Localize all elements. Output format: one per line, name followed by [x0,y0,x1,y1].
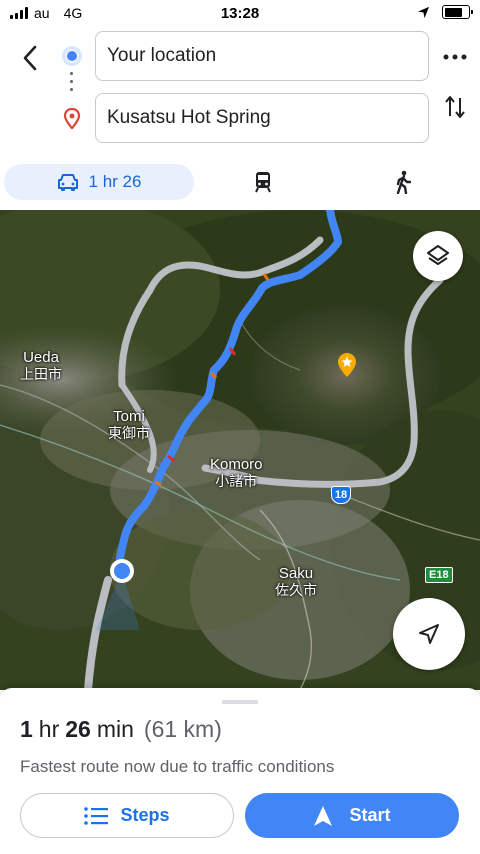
status-left: au 4G [10,5,82,21]
signal-icon [10,7,28,19]
duration-hours-unit: hr [38,716,60,742]
tab-drive[interactable]: 1 hr 26 [4,164,194,200]
tab-transit[interactable] [250,169,276,195]
carrier-label: au [34,5,50,21]
map-label-ueda: Ueda 上田市 [20,349,62,383]
layers-button[interactable] [413,231,463,281]
duration-hours-number: 1 [20,716,33,742]
travel-mode-tabs: 1 hr 26 [0,160,480,206]
map-label-komoro-ja: 小諸市 [215,473,258,489]
chevron-left-icon [23,45,37,71]
start-button[interactable]: Start [245,793,459,838]
map-label-tomi-ja: 東御市 [108,425,150,441]
walking-icon [396,170,411,194]
duration-minutes-number: 26 [65,716,91,742]
star-poi-icon[interactable] [336,352,358,378]
more-horizontal-icon [443,54,467,60]
train-icon [255,172,271,193]
status-right [417,5,473,19]
tab-walk[interactable] [390,169,416,195]
origin-field[interactable]: Your location [95,31,429,81]
map-label-komoro-en: Komoro [210,456,263,473]
network-label: 4G [63,5,83,21]
map-label-tomi: Tomi 東御市 [108,408,150,442]
navigation-start-icon [314,805,333,826]
map-label-saku-ja: 佐久市 [275,582,317,598]
destination-pin-icon [63,108,81,130]
expressway-e18-badge: E18 [425,567,453,583]
route-note: Fastest route now due to traffic conditi… [20,757,335,776]
route-summary: 1 hr 26 min (61 km) [20,716,222,743]
swap-button[interactable] [440,92,470,122]
map-label-ueda-en: Ueda [23,349,59,366]
recenter-button[interactable] [393,598,465,670]
route-distance: (61 km) [143,716,222,742]
route-connector-dots [70,72,74,91]
swap-vertical-icon [445,96,465,118]
drive-duration-label: 1 hr 26 [88,172,142,191]
layers-icon [427,245,449,265]
car-icon [57,174,78,191]
sheet-drag-handle[interactable] [222,700,258,704]
start-label: Start [349,805,391,825]
map-label-ueda-ja: 上田市 [20,366,62,382]
origin-dot-icon [62,46,82,66]
route-summary-sheet[interactable]: 1 hr 26 min (61 km) Fastest route now du… [0,688,480,854]
map-label-komoro: Komoro 小諸市 [210,456,263,490]
list-icon [84,806,109,825]
duration-minutes-unit: min [96,716,134,742]
map-label-tomi-en: Tomi [113,408,145,425]
steps-label: Steps [120,805,170,825]
route-18-shield: 18 [331,486,351,504]
map-label-saku: Saku 佐久市 [275,565,317,599]
more-options-button[interactable] [440,42,470,72]
location-arrow-icon [417,6,430,18]
navigation-arrow-icon [419,624,439,644]
back-button[interactable] [12,40,48,76]
destination-field[interactable]: Kusatsu Hot Spring [95,93,429,143]
status-bar: au 4G 13:28 [0,0,480,28]
map-label-saku-en: Saku [278,565,314,582]
battery-icon [442,5,473,19]
steps-button[interactable]: Steps [20,793,234,838]
map-view[interactable]: Ueda 上田市 Tomi 東御市 Komoro 小諸市 Saku 佐久市 18… [0,210,480,690]
